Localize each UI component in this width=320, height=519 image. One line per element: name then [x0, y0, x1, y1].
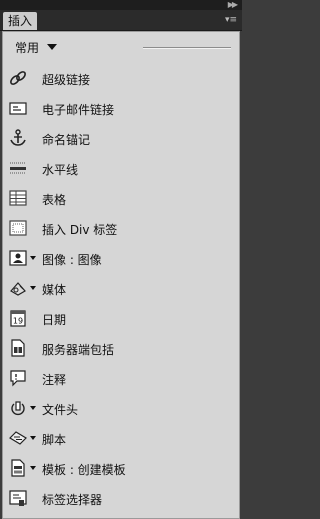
- insert-div-tag[interactable]: 插入 Div 标签: [3, 213, 239, 243]
- insert-image[interactable]: 图像 : 图像: [3, 243, 239, 273]
- insert-tag-chooser[interactable]: 标签选择器: [3, 483, 239, 513]
- item-label: 表格: [42, 193, 67, 207]
- panel-title-bar: ▶▶: [0, 0, 242, 10]
- insert-script[interactable]: 脚本: [3, 423, 239, 453]
- item-label: 超级链接: [42, 73, 91, 87]
- svg-text:19: 19: [13, 317, 23, 326]
- chevron-down-icon[interactable]: [30, 406, 36, 410]
- item-label: 注释: [42, 373, 67, 387]
- panel-tab-strip: 插入 ▾≡: [0, 10, 242, 31]
- item-label: 水平线: [42, 163, 79, 177]
- item-label: 插入 Div 标签: [42, 223, 118, 237]
- insert-horizontal-rule[interactable]: 水平线: [3, 153, 239, 183]
- insert-server-side-include[interactable]: 服务器端包括: [3, 333, 239, 363]
- item-label: 命名锚记: [42, 133, 91, 147]
- item-label: 媒体: [42, 283, 67, 297]
- insert-template[interactable]: 模板 : 创建模板: [3, 453, 239, 483]
- template-icon: [8, 458, 28, 478]
- insert-email-link[interactable]: 电子邮件链接: [3, 93, 239, 123]
- item-label: 服务器端包括: [42, 343, 115, 357]
- insert-named-anchor[interactable]: 命名锚记: [3, 123, 239, 153]
- insert-date[interactable]: 19 日期: [3, 303, 239, 333]
- category-selector[interactable]: 常用: [3, 32, 239, 62]
- script-icon: [8, 428, 28, 448]
- tab-insert[interactable]: 插入: [3, 12, 37, 30]
- divider: [143, 47, 231, 49]
- server-include-icon: [8, 338, 28, 358]
- insert-hyperlink[interactable]: 超级链接: [3, 63, 239, 93]
- chevron-down-icon[interactable]: [30, 256, 36, 260]
- item-label: 文件头: [42, 403, 79, 417]
- image-icon: [8, 248, 28, 268]
- chevron-down-icon[interactable]: [30, 286, 36, 290]
- media-icon: [8, 278, 28, 298]
- item-label: 脚本: [42, 433, 67, 447]
- category-label: 常用: [15, 41, 40, 55]
- item-label: 日期: [42, 313, 67, 327]
- insert-head[interactable]: 文件头: [3, 393, 239, 423]
- named-anchor-icon: [8, 128, 28, 148]
- collapse-arrows-icon[interactable]: ▶▶: [228, 0, 238, 10]
- chevron-down-icon[interactable]: [30, 466, 36, 470]
- insert-comment[interactable]: 注释: [3, 363, 239, 393]
- table-icon: [8, 188, 28, 208]
- panel-options-menu-icon[interactable]: ▾≡: [225, 14, 237, 26]
- insert-media[interactable]: 媒体: [3, 273, 239, 303]
- insert-panel: 常用 超级链接 电子邮件链接 命名锚记 水平线 表格 插入 Div 标签 图像 …: [2, 31, 240, 519]
- item-label: 电子邮件链接: [42, 103, 115, 117]
- insert-table[interactable]: 表格: [3, 183, 239, 213]
- hyperlink-icon: [8, 68, 28, 88]
- chevron-down-icon[interactable]: [47, 44, 57, 50]
- item-label: 标签选择器: [42, 493, 103, 507]
- item-label: 图像 : 图像: [42, 253, 102, 267]
- head-icon: [8, 398, 28, 418]
- item-label: 模板 : 创建模板: [42, 463, 126, 477]
- date-icon: 19: [8, 308, 28, 328]
- comment-icon: [8, 368, 28, 388]
- chevron-down-icon[interactable]: [30, 436, 36, 440]
- tag-chooser-icon: [8, 488, 28, 508]
- email-link-icon: [8, 98, 28, 118]
- horizontal-rule-icon: [8, 158, 28, 178]
- div-tag-icon: [8, 218, 28, 238]
